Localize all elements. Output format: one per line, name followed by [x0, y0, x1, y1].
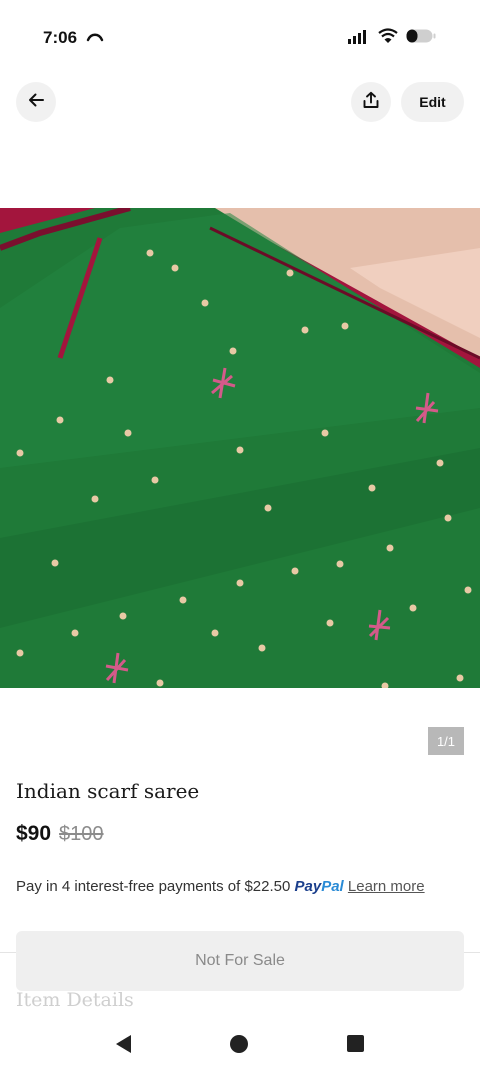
- nav-recents-icon[interactable]: [347, 1035, 364, 1052]
- item-title: Indian scarf saree: [16, 779, 200, 803]
- paypal-installment-text: Pay in 4 interest-free payments of $22.5…: [16, 878, 291, 895]
- current-price: $90: [16, 822, 52, 845]
- paypal-logo: PayPal: [294, 878, 344, 895]
- system-nav-bar: [0, 1016, 480, 1071]
- top-bar: Edit: [0, 82, 480, 124]
- battery-icon: [406, 28, 436, 49]
- nav-home-icon[interactable]: [230, 1035, 248, 1053]
- status-time: 7:06: [43, 28, 78, 47]
- original-price: $100: [59, 823, 104, 845]
- listing-page: 7:06 Edit 1/1 Indian scarf saree $90 $10…: [0, 0, 480, 1071]
- not-for-sale-button: Not For Sale: [16, 931, 464, 991]
- image-counter: 1/1: [428, 727, 464, 755]
- share-button[interactable]: [351, 82, 391, 122]
- edit-button[interactable]: Edit: [401, 82, 464, 122]
- missed-call-icon: [86, 30, 104, 48]
- arrow-left-icon: [27, 91, 45, 114]
- item-details-heading: Item Details: [16, 989, 134, 1011]
- signal-icon: [348, 29, 370, 49]
- learn-more-link[interactable]: Learn more: [348, 878, 425, 895]
- back-button[interactable]: [16, 82, 56, 122]
- status-bar: 7:06: [0, 0, 480, 76]
- share-upload-icon: [362, 91, 380, 114]
- status-icons: [348, 28, 436, 49]
- nav-back-icon[interactable]: [113, 1033, 133, 1060]
- saree-photo: [0, 208, 480, 688]
- price-row: $90 $100: [16, 822, 104, 846]
- product-image[interactable]: [0, 208, 480, 688]
- paypal-installments: Pay in 4 interest-free payments of $22.5…: [16, 876, 446, 897]
- wifi-icon: [378, 28, 398, 49]
